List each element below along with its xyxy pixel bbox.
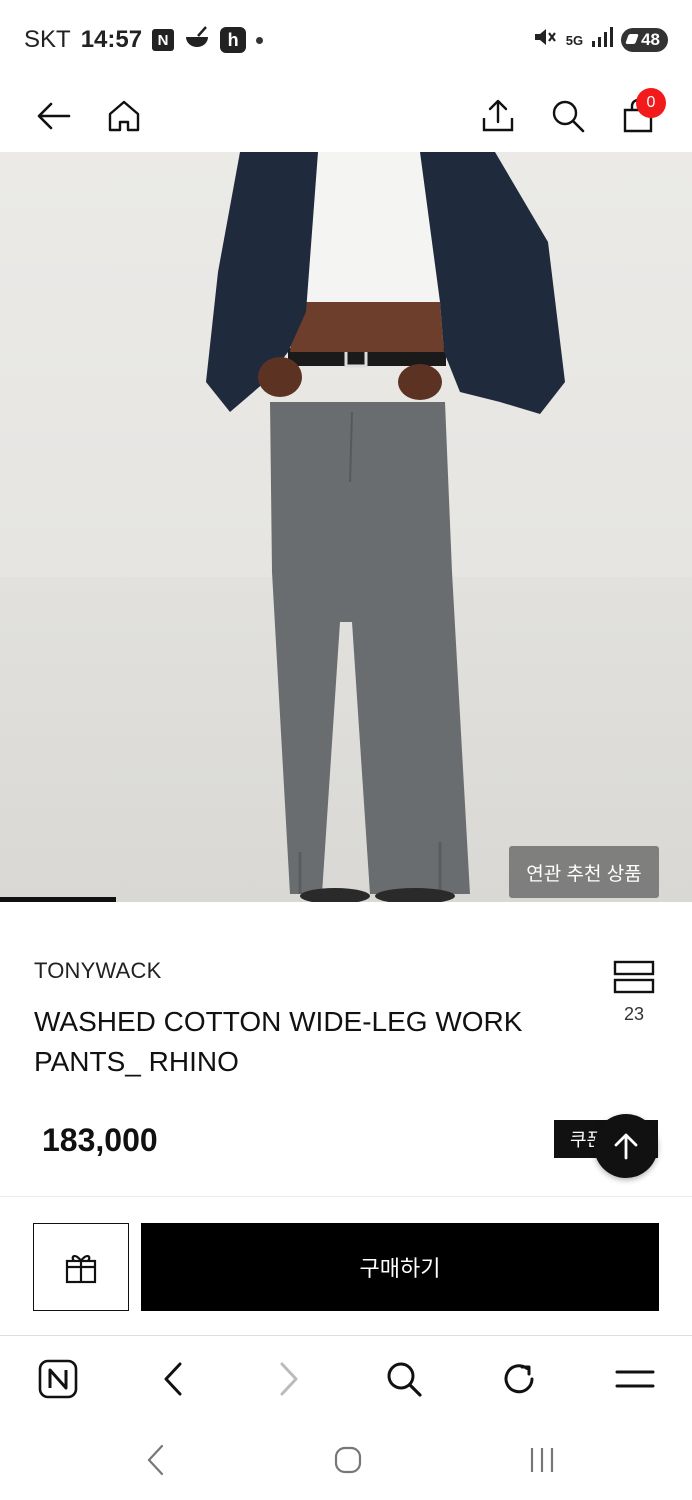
brand-name[interactable]: TONYWACK (34, 958, 162, 984)
model-photo (206, 152, 565, 902)
product-image[interactable]: 연관 추천 상품 (0, 152, 692, 902)
gift-button[interactable] (33, 1223, 129, 1311)
browser-back-button[interactable] (148, 1354, 198, 1404)
naver-notification-icon: N (152, 29, 175, 51)
battery-indicator: 48 (621, 28, 668, 52)
browser-search-button[interactable] (379, 1354, 429, 1404)
buy-button[interactable]: 구매하기 (141, 1223, 659, 1311)
top-nav: 0 (0, 80, 692, 152)
product-title: WASHED COTTON WIDE-LEG WORK PANTS_ RHINO (34, 1006, 523, 1077)
compare-count: 23 (623, 1004, 645, 1024)
scroll-to-top-button[interactable] (594, 1114, 658, 1178)
stack-icon (613, 960, 655, 994)
circle-home-icon (334, 1446, 362, 1474)
system-navigation-bar (0, 1421, 692, 1500)
h-notification-icon: h (220, 27, 247, 53)
browser-toolbar (0, 1335, 692, 1421)
mute-icon (532, 25, 558, 56)
product-info: TONYWACK WASHED COTTON WIDE-LEG WORK PAN… (0, 902, 692, 1197)
browser-forward-button[interactable] (264, 1354, 314, 1404)
chevron-right-icon (280, 1362, 298, 1396)
search-icon (387, 1362, 422, 1397)
cart-button[interactable]: 0 (612, 88, 666, 142)
bowl-notification-icon (184, 25, 210, 56)
refresh-icon (504, 1364, 534, 1394)
status-bar: SKT 14:57 N h 5G 48 (0, 0, 692, 80)
arrow-left-icon (37, 102, 71, 130)
share-button[interactable] (472, 90, 524, 142)
purchase-bar: 구매하기 (0, 1197, 692, 1335)
back-button[interactable] (28, 90, 80, 142)
gift-icon (65, 1255, 97, 1284)
status-right: 5G 48 (532, 25, 668, 56)
browser-home-button[interactable] (33, 1354, 83, 1404)
carrier-label: SKT (24, 26, 71, 53)
cart-count-badge: 0 (636, 88, 666, 118)
arrow-up-icon (614, 1133, 638, 1160)
status-left: SKT 14:57 N h (24, 25, 264, 56)
clock: 14:57 (80, 26, 143, 53)
browser-refresh-button[interactable] (494, 1354, 544, 1404)
signal-icon (591, 26, 614, 55)
home-button[interactable] (98, 90, 150, 142)
browser-menu-button[interactable] (610, 1354, 660, 1404)
system-home-button[interactable] (323, 1435, 373, 1485)
system-back-button[interactable] (131, 1435, 181, 1485)
more-notifications-dot (256, 36, 264, 44)
chevron-left-icon (147, 1444, 164, 1476)
compare-button[interactable]: 23 (612, 960, 656, 1032)
search-icon (552, 100, 585, 133)
naver-n-icon (38, 1359, 78, 1399)
search-button[interactable] (542, 90, 594, 142)
product-price: 183,000 (42, 1122, 158, 1158)
home-icon (108, 100, 140, 132)
chevron-left-icon (164, 1362, 182, 1396)
share-icon (482, 99, 514, 132)
network-type-icon: 5G (565, 32, 584, 48)
hamburger-menu-icon (615, 1370, 655, 1388)
system-recents-button[interactable] (517, 1435, 567, 1485)
recent-apps-icon (530, 1448, 554, 1472)
related-products-button[interactable]: 연관 추천 상품 (509, 846, 659, 898)
